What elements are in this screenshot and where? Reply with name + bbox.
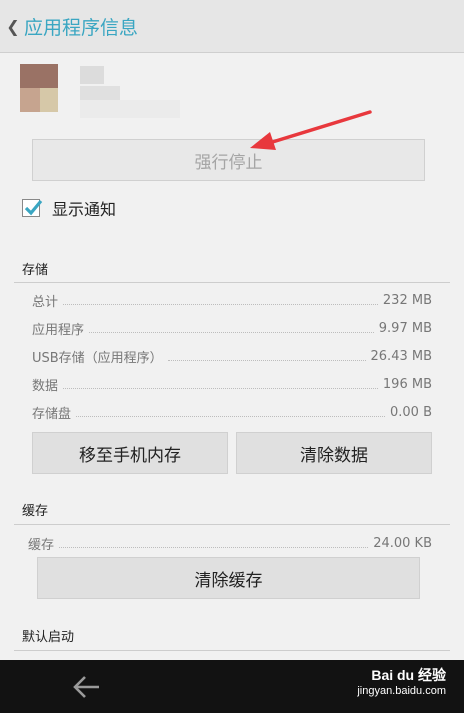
stat-value: 26.43 MB: [370, 348, 432, 364]
watermark: Bai du 经验 jingyan.baidu.com: [357, 665, 446, 697]
divider: [14, 650, 450, 651]
storage-section-title: 存储: [22, 263, 49, 278]
stat-label: USB存储（应用程序）: [32, 350, 163, 366]
dot-leader: [63, 296, 378, 305]
show-notifications-checkbox[interactable]: [22, 199, 43, 217]
nav-back-arrow-icon[interactable]: [72, 672, 102, 702]
clear-data-button[interactable]: 清除数据: [236, 432, 432, 474]
action-bar: ❮ 应用程序信息: [0, 0, 464, 53]
system-navigation-bar: Bai du 经验 jingyan.baidu.com: [0, 660, 464, 713]
annotation-arrow-icon: [250, 110, 372, 150]
watermark-url: jingyan.baidu.com: [357, 685, 446, 697]
dot-leader: [89, 324, 374, 333]
stat-label: 应用程序: [32, 322, 85, 338]
storage-row-app: 应用程序 9.97 MB: [32, 318, 432, 338]
cache-row: 缓存 24.00 KB: [28, 533, 432, 553]
storage-row-disk: 存储盘 0.00 B: [32, 402, 432, 422]
dot-leader: [76, 408, 385, 417]
divider: [14, 282, 450, 283]
default-launch-section-title: 默认启动: [22, 630, 75, 645]
storage-row-data: 数据 196 MB: [32, 374, 432, 394]
storage-row-total: 总计 232 MB: [32, 290, 432, 310]
watermark-brand: Bai du 经验: [371, 667, 446, 683]
dot-leader: [59, 539, 369, 548]
app-version-blurred: [80, 100, 180, 118]
dot-leader: [167, 352, 366, 361]
back-chevron-icon[interactable]: ❮: [4, 17, 22, 36]
app-header: [20, 64, 180, 124]
stat-label: 总计: [32, 294, 59, 310]
dot-leader: [63, 380, 378, 389]
app-name-blurred: [80, 86, 120, 100]
stat-value: 0.00 B: [390, 404, 432, 420]
show-notifications-label: 显示通知: [52, 200, 117, 219]
app-icon: [20, 64, 58, 112]
cache-section-title: 缓存: [22, 504, 49, 519]
app-name-blurred: [80, 66, 104, 84]
checkbox-check-icon: [24, 199, 43, 216]
stat-value: 24.00 KB: [373, 535, 432, 551]
stat-value: 232 MB: [382, 292, 432, 308]
stat-label: 缓存: [28, 537, 55, 553]
stat-value: 196 MB: [382, 376, 432, 392]
stat-value: 9.97 MB: [378, 320, 432, 336]
page-title: 应用程序信息: [24, 16, 139, 39]
show-notifications-row[interactable]: 显示通知: [22, 196, 116, 220]
stat-label: 数据: [32, 378, 59, 394]
clear-cache-button[interactable]: 清除缓存: [37, 557, 420, 599]
storage-row-usb: USB存储（应用程序） 26.43 MB: [32, 346, 432, 366]
move-to-phone-storage-button[interactable]: 移至手机内存: [32, 432, 228, 474]
stat-label: 存储盘: [32, 406, 72, 422]
divider: [14, 524, 450, 525]
